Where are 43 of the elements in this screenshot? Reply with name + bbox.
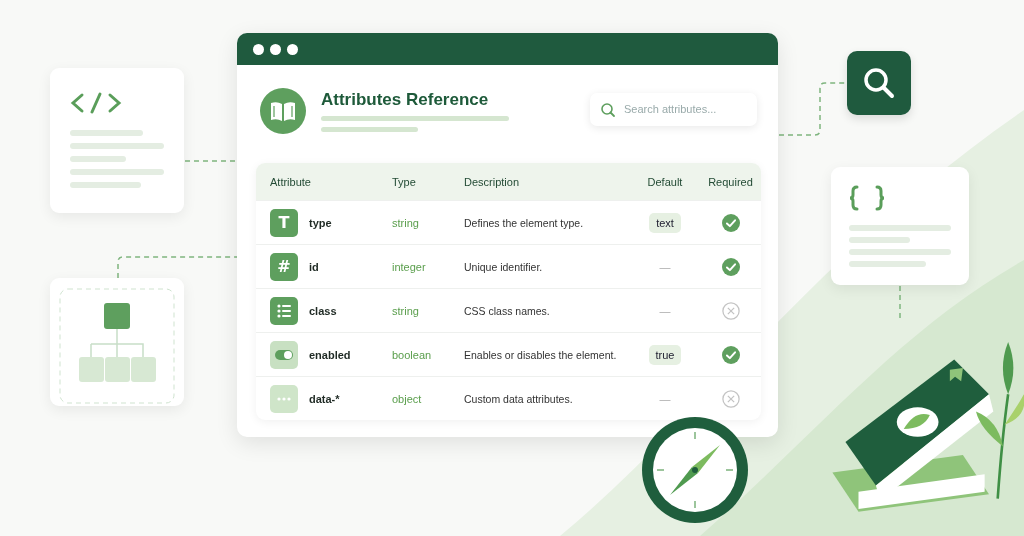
hierarchy-icon (59, 288, 175, 404)
attribute-name: type (309, 216, 332, 229)
column-header: Type (392, 175, 417, 188)
search-icon (600, 101, 616, 118)
window-dot[interactable] (270, 43, 281, 55)
toggle-icon (270, 340, 298, 369)
braces-icon (849, 185, 885, 211)
attribute-name: id (309, 260, 319, 273)
column-header: Required (708, 175, 753, 188)
type-icon: # (270, 252, 298, 281)
attribute-type: string (392, 304, 420, 317)
attribute-description: Unique identifier. (464, 260, 544, 273)
column-header: Description (464, 175, 521, 188)
default-badge: text (649, 212, 681, 233)
attribute-type: string (392, 216, 420, 229)
connector-line (779, 82, 847, 136)
window-title: Attributes Reference (321, 90, 490, 110)
window-dot[interactable] (253, 43, 264, 55)
default-value: — (659, 392, 671, 405)
attribute-description: Enables or disables the element. (464, 348, 618, 361)
list-icon (270, 296, 298, 325)
column-header: Attribute (270, 175, 312, 188)
code-icon (70, 92, 122, 114)
attribute-type: object (392, 392, 423, 405)
book-icon (260, 88, 306, 134)
attribute-description: Defines the element type. (464, 216, 585, 229)
more-icon (270, 384, 298, 413)
default-value: — (659, 304, 671, 317)
attribute-description: Custom data attributes. (464, 392, 574, 405)
attribute-name: enabled (309, 348, 351, 361)
default-badge: true (648, 344, 682, 365)
connector-line (185, 160, 237, 162)
attribute-description: CSS class names. (464, 304, 551, 317)
search-icon (847, 51, 911, 115)
attribute-type: boolean (392, 348, 433, 361)
column-header: Default (647, 175, 683, 188)
default-value: — (659, 260, 671, 273)
attribute-name: data-* (309, 392, 340, 405)
type-icon: T (270, 208, 298, 237)
attribute-name: class (309, 304, 337, 317)
attribute-type: integer (392, 260, 427, 273)
search-field[interactable]: Search attributes... (590, 92, 757, 126)
window-dot[interactable] (287, 43, 298, 55)
